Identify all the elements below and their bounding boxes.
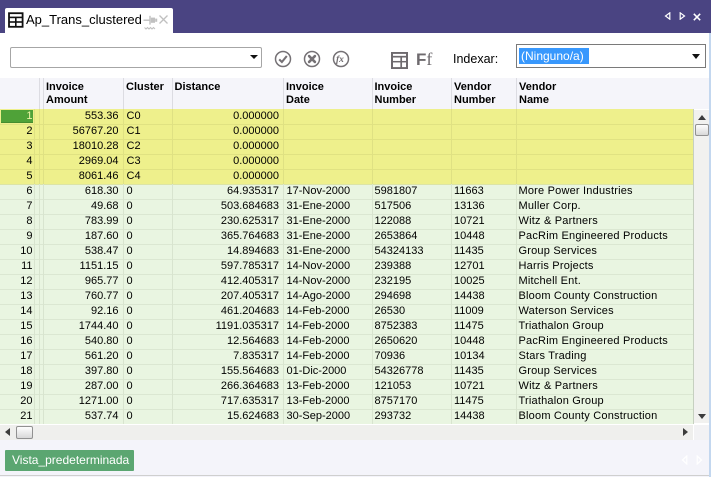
svg-text:fx: fx bbox=[336, 55, 344, 65]
